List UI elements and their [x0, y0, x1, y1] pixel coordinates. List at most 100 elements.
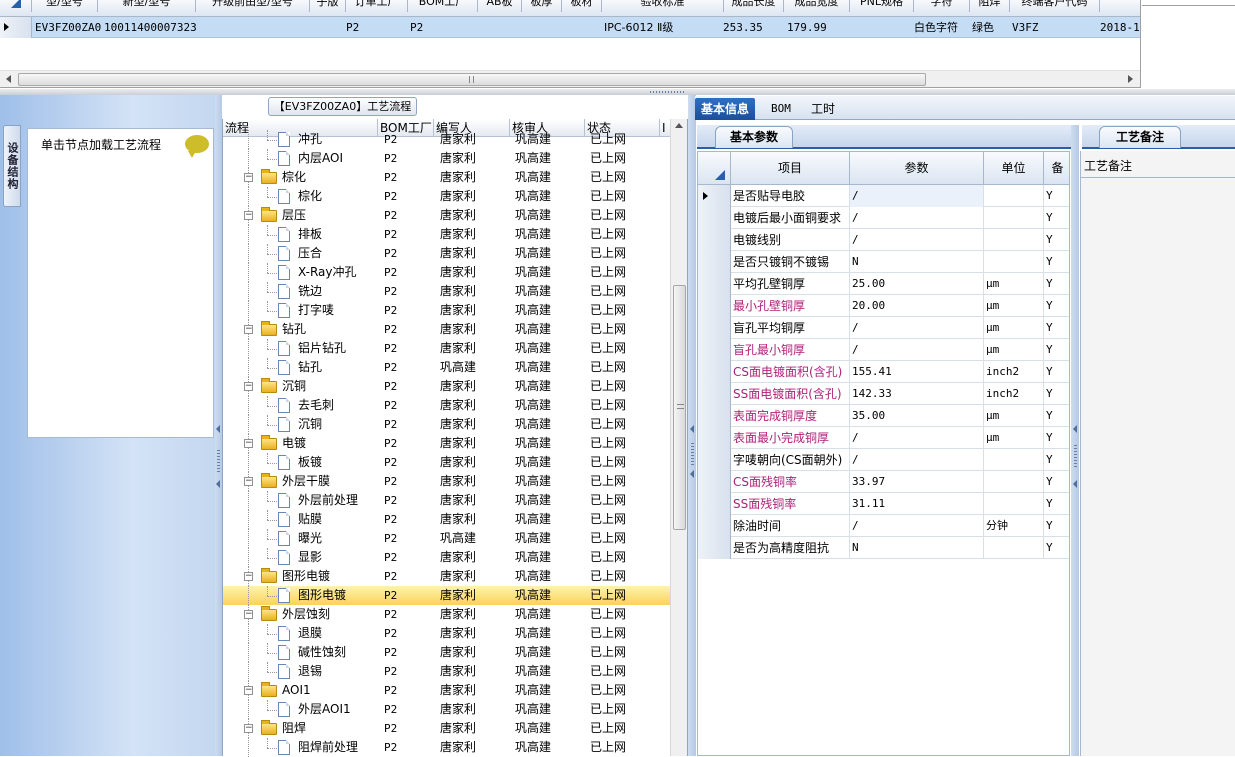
cell-standard[interactable]: IPC-6012 Ⅱ级	[604, 17, 722, 38]
tree-step-row[interactable]: 曝光 P2 巩高建 巩高建 已上网	[223, 529, 670, 548]
param-cell-note[interactable]: Y	[1044, 339, 1069, 361]
param-cell-note[interactable]: Y	[1044, 471, 1069, 493]
tree-node-label[interactable]: X-Ray冲孔	[298, 263, 356, 282]
param-row-header[interactable]	[698, 361, 731, 383]
collapse-icon[interactable]: −	[244, 173, 253, 182]
tree-node-label[interactable]: 层压	[282, 206, 306, 225]
tree-node-label[interactable]: 沉铜	[282, 377, 306, 396]
tree-vertical-scrollbar[interactable]	[670, 119, 687, 756]
tab-bom[interactable]: BOM	[765, 98, 797, 120]
tree-node-label[interactable]: 沉铜	[298, 415, 322, 434]
param-row[interactable]: 表面完成铜厚度 35.00 μm Y	[698, 405, 1069, 427]
middle-strip-grip[interactable]	[691, 443, 694, 465]
param-cell-unit[interactable]: μm	[984, 405, 1044, 427]
param-cell-item[interactable]: 电镀线别	[731, 229, 850, 251]
param-row-header[interactable]	[698, 185, 731, 207]
param-cell-item[interactable]: 盲孔最小铜厚	[731, 339, 850, 361]
tree-step-row[interactable]: 内层AOI P2 唐家利 巩高建 已上网	[223, 149, 670, 168]
param-row-header[interactable]	[698, 295, 731, 317]
header-col-standard[interactable]: 验收标准	[602, 0, 724, 12]
tree-node-label[interactable]: 外层AOI1	[298, 700, 351, 719]
middle-collapse-icon-2[interactable]	[690, 470, 694, 478]
param-cell-value[interactable]: /	[850, 515, 984, 537]
scroll-left-icon[interactable]	[6, 75, 11, 83]
param-cell-value[interactable]: 20.00	[850, 295, 984, 317]
tree-step-row[interactable]: 冲孔 P2 唐家利 巩高建 已上网	[223, 130, 670, 149]
cell-soldermask[interactable]: 绿色	[972, 17, 1008, 38]
tree-step-row[interactable]: 铣边 P2 唐家利 巩高建 已上网	[223, 282, 670, 301]
tree-node-label[interactable]: 外层前处理	[298, 491, 358, 510]
middle-collapse-strip[interactable]	[688, 95, 696, 756]
param-row[interactable]: 是否只镀铜不镀锡 N Y	[698, 251, 1069, 273]
right-collapse-icon-2[interactable]	[1073, 480, 1077, 488]
tree-step-row[interactable]: 钻孔 P2 巩高建 巩高建 已上网	[223, 358, 670, 377]
param-row-header[interactable]	[698, 537, 731, 559]
cell-bom-factory[interactable]: P2	[410, 17, 450, 38]
param-row[interactable]: SS面残铜率 31.11 Y	[698, 493, 1069, 515]
param-row-header[interactable]	[698, 449, 731, 471]
tree-step-row[interactable]: 退膜 P2 唐家利 巩高建 已上网	[223, 624, 670, 643]
left-collapse-strip[interactable]	[215, 95, 222, 756]
cell-new-model[interactable]: 10011400007323	[104, 17, 196, 38]
param-cell-unit[interactable]	[984, 207, 1044, 229]
param-cell-note[interactable]: Y	[1044, 537, 1069, 559]
tree-node-label[interactable]: 钻孔	[298, 358, 322, 377]
cell-model[interactable]: EV3FZ00ZA0	[35, 17, 101, 38]
collapse-icon[interactable]: −	[244, 477, 253, 486]
tree-group-row[interactable]: − 外层蚀刻 P2 唐家利 巩高建 已上网	[223, 605, 670, 624]
tree-group-row[interactable]: − 棕化 P2 唐家利 巩高建 已上网	[223, 168, 670, 187]
param-row-header[interactable]	[698, 273, 731, 295]
header-col-bom-factory[interactable]: BOM工厂	[408, 0, 478, 12]
tree-node-label[interactable]: 铝片钻孔	[298, 339, 346, 358]
collapse-icon[interactable]: −	[244, 572, 253, 581]
cell-legend[interactable]: 白色字符	[914, 17, 970, 38]
tree-step-row[interactable]: 去毛刺 P2 唐家利 巩高建 已上网	[223, 396, 670, 415]
param-cell-item[interactable]: 除油时间	[731, 515, 850, 537]
collapse-icon[interactable]: −	[244, 325, 253, 334]
param-cell-value[interactable]: 35.00	[850, 405, 984, 427]
header-col-model[interactable]: 型/型号	[32, 0, 98, 12]
tree-step-row[interactable]: 碱性蚀刻 P2 唐家利 巩高建 已上网	[223, 643, 670, 662]
param-cell-unit[interactable]: μm	[984, 317, 1044, 339]
param-row-header[interactable]	[698, 251, 731, 273]
tree-node-label[interactable]: 碱性蚀刻	[298, 643, 346, 662]
param-cell-item[interactable]: CS面电镀面积(含孔)	[731, 361, 850, 383]
scroll-right-icon[interactable]	[1128, 75, 1133, 83]
param-cell-note[interactable]: Y	[1044, 493, 1069, 515]
collapse-icon[interactable]: −	[244, 724, 253, 733]
param-cell-note[interactable]: Y	[1044, 515, 1069, 537]
tree-scroll-thumb[interactable]	[673, 285, 686, 530]
tree-node-label[interactable]: 排板	[298, 225, 322, 244]
collapse-icon[interactable]: −	[244, 610, 253, 619]
param-cell-note[interactable]: Y	[1044, 185, 1069, 207]
param-cell-unit[interactable]: inch2	[984, 383, 1044, 405]
param-cell-unit[interactable]	[984, 229, 1044, 251]
strip-grip[interactable]	[217, 450, 220, 472]
param-cell-item[interactable]: 是否只镀铜不镀锡	[731, 251, 850, 273]
param-cell-unit[interactable]	[984, 493, 1044, 515]
param-cell-note[interactable]: Y	[1044, 449, 1069, 471]
tree-node-label[interactable]: 打字唛	[298, 301, 334, 320]
param-cell-value[interactable]: /	[850, 207, 984, 229]
collapse-icon[interactable]: −	[244, 686, 253, 695]
param-cell-value[interactable]: /	[850, 427, 984, 449]
param-col-value[interactable]: 参数	[850, 152, 984, 185]
param-cell-note[interactable]: Y	[1044, 207, 1069, 229]
param-row-header[interactable]	[698, 471, 731, 493]
param-row[interactable]: 平均孔壁铜厚 25.00 μm Y	[698, 273, 1069, 295]
collapse-icon[interactable]: −	[244, 211, 253, 220]
tab-work-hours[interactable]: 工时	[805, 98, 841, 120]
cell-length[interactable]: 253.35	[723, 17, 783, 38]
param-row-header[interactable]	[698, 515, 731, 537]
header-col-length[interactable]: 成品长度	[724, 0, 784, 12]
tab-basic-info[interactable]: 基本信息	[695, 98, 756, 120]
tree-node-label[interactable]: 外层蚀刻	[282, 605, 330, 624]
param-col-item[interactable]: 项目	[731, 152, 850, 185]
header-col-subboard[interactable]: 子版	[310, 0, 346, 12]
vertical-tab-device-structure[interactable]: 设备结构	[3, 125, 21, 207]
tree-node-label[interactable]: 贴膜	[298, 510, 322, 529]
tree-group-row[interactable]: − 沉铜 P2 唐家利 巩高建 已上网	[223, 377, 670, 396]
tree-node-label[interactable]: 板镀	[298, 453, 322, 472]
param-cell-item[interactable]: SS面残铜率	[731, 493, 850, 515]
param-cell-item[interactable]: 字唛朝向(CS面朝外)	[731, 449, 850, 471]
